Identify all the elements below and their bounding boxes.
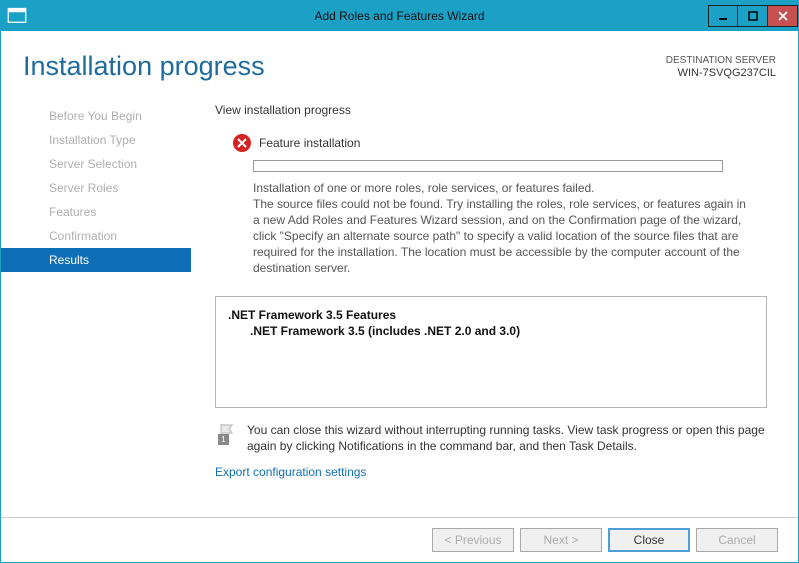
titlebar: Add Roles and Features Wizard bbox=[1, 1, 798, 31]
wizard-footer: < Previous Next > Close Cancel bbox=[1, 517, 798, 562]
maximize-button[interactable] bbox=[738, 5, 768, 27]
wizard-window: Add Roles and Features Wizard Installati… bbox=[0, 0, 799, 563]
error-icon bbox=[233, 134, 251, 152]
flag-badge: 1 bbox=[218, 434, 229, 445]
close-button[interactable]: Close bbox=[608, 528, 690, 552]
maximize-icon bbox=[748, 11, 758, 21]
window-controls bbox=[708, 5, 798, 27]
note-text: You can close this wizard without interr… bbox=[247, 422, 767, 454]
destination-server-box: DESTINATION SERVER WIN-7SVQG237CIL bbox=[666, 54, 776, 80]
previous-button: < Previous bbox=[432, 528, 514, 552]
flag-icon: 1 bbox=[215, 422, 237, 444]
cancel-button: Cancel bbox=[696, 528, 778, 552]
wizard-body: Installation progress DESTINATION SERVER… bbox=[1, 31, 798, 562]
status-title: Feature installation bbox=[259, 135, 360, 151]
export-config-link[interactable]: Export configuration settings bbox=[215, 465, 366, 479]
feature-group: .NET Framework 3.5 Features bbox=[228, 307, 754, 323]
page-title: Installation progress bbox=[23, 51, 265, 82]
app-icon bbox=[7, 6, 27, 26]
next-button: Next > bbox=[520, 528, 602, 552]
feature-list-box: .NET Framework 3.5 Features .NET Framewo… bbox=[215, 296, 767, 408]
error-summary: Installation of one or more roles, role … bbox=[253, 180, 753, 196]
section-heading: View installation progress bbox=[215, 102, 776, 118]
sidebar-item-results[interactable]: Results bbox=[1, 248, 191, 272]
content-area: View installation progress Feature insta… bbox=[191, 102, 798, 517]
window-title: Add Roles and Features Wizard bbox=[1, 9, 798, 23]
destination-label: DESTINATION SERVER bbox=[666, 54, 776, 67]
close-icon bbox=[778, 11, 788, 21]
header-row: Installation progress DESTINATION SERVER… bbox=[1, 37, 798, 102]
minimize-button[interactable] bbox=[708, 5, 738, 27]
sidebar-item-installation-type: Installation Type bbox=[1, 128, 191, 152]
note-row: 1 You can close this wizard without inte… bbox=[215, 422, 767, 454]
destination-server-name: WIN-7SVQG237CIL bbox=[666, 67, 776, 80]
sidebar-item-confirmation: Confirmation bbox=[1, 224, 191, 248]
feature-child: .NET Framework 3.5 (includes .NET 2.0 an… bbox=[228, 323, 754, 339]
sidebar-item-features: Features bbox=[1, 200, 191, 224]
status-row: Feature installation bbox=[215, 134, 776, 152]
error-detail: The source files could not be found. Try… bbox=[253, 196, 753, 276]
progress-bar bbox=[253, 160, 723, 172]
sidebar-item-before-you-begin: Before You Begin bbox=[1, 104, 191, 128]
sidebar-item-server-roles: Server Roles bbox=[1, 176, 191, 200]
export-row: Export configuration settings bbox=[215, 464, 776, 480]
sidebar-item-server-selection: Server Selection bbox=[1, 152, 191, 176]
close-window-button[interactable] bbox=[768, 5, 798, 27]
middle-area: Before You Begin Installation Type Serve… bbox=[1, 102, 798, 517]
wizard-sidebar: Before You Begin Installation Type Serve… bbox=[1, 102, 191, 517]
minimize-icon bbox=[718, 11, 728, 21]
